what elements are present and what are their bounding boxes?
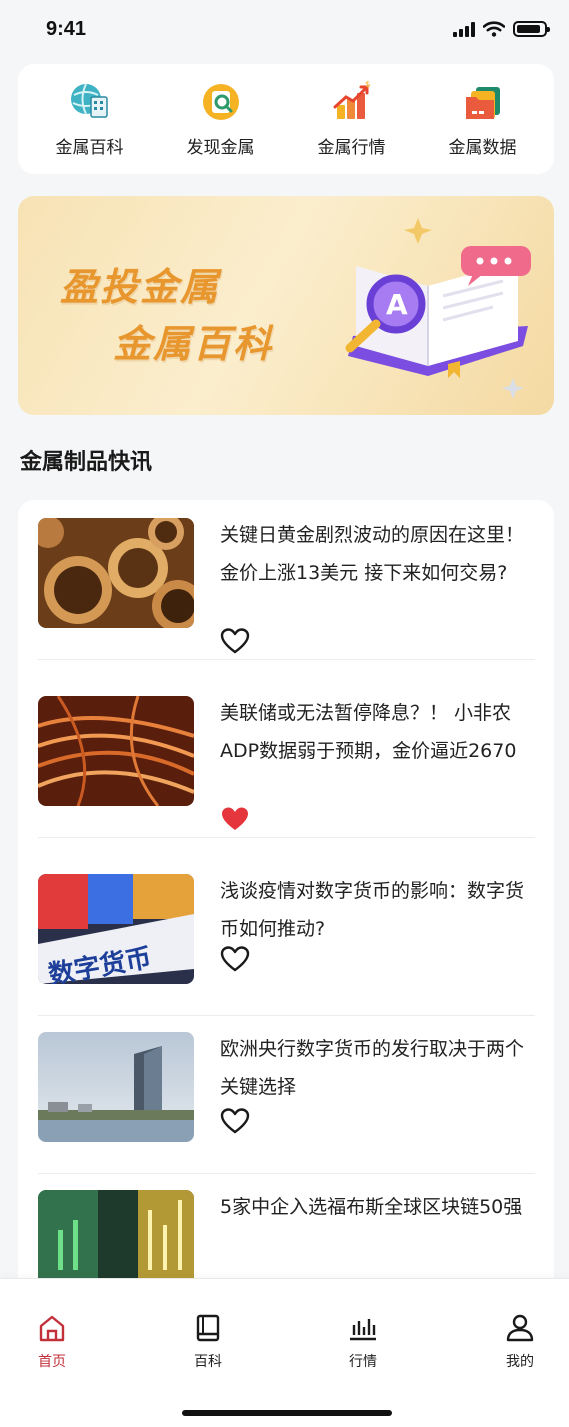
quick-nav-metal-encyclopedia[interactable]: 金属百科: [30, 81, 150, 158]
tab-home[interactable]: 首页: [12, 1313, 92, 1371]
quick-nav-label: 发现金属: [186, 137, 255, 158]
news-title: 浅谈疫情对数字货币的影响：数字货币如何推动?: [220, 880, 525, 940]
news-thumbnail-image: [38, 1032, 194, 1142]
home-indicator: [182, 1410, 392, 1416]
promo-banner[interactable]: 盈投金属 金属百科 A: [18, 196, 554, 415]
tab-label: 我的: [506, 1354, 534, 1370]
banner-subtitle: 金属百科: [113, 322, 274, 366]
user-icon: [506, 1314, 534, 1342]
news-title: 5家中企入选福布斯全球区块链50强: [220, 1196, 523, 1218]
heart-filled-icon[interactable]: [220, 805, 250, 833]
quick-nav-label: 金属百科: [55, 137, 124, 158]
folders-icon: [465, 86, 500, 119]
magnifier-coin-icon: [202, 83, 239, 120]
quick-nav-label: 金属数据: [448, 137, 517, 158]
signal-icon: [453, 21, 475, 37]
banner-title: 盈投金属: [60, 265, 221, 309]
tab-label: 行情: [349, 1354, 377, 1370]
tab-bar: 首页 百科 行情 我的: [0, 1278, 569, 1427]
tab-profile[interactable]: 我的: [480, 1313, 560, 1371]
news-thumbnail-image: [38, 696, 194, 806]
news-item[interactable]: 数字货币 浅谈疫情对数字货币的影响：数字货币如何推动?: [38, 856, 535, 1016]
tab-label: 首页: [38, 1354, 66, 1370]
status-time: 9:41: [46, 17, 87, 40]
svg-text:$: $: [365, 81, 371, 90]
news-title: 关键日黄金剧烈波动的原因在这里！金价上涨13美元 接下来如何交易?: [220, 524, 525, 584]
wifi-icon: [483, 21, 505, 37]
chart-up-icon: $: [333, 81, 371, 119]
news-thumbnail-image: [38, 518, 194, 628]
news-list: 关键日黄金剧烈波动的原因在这里！金价上涨13美元 接下来如何交易? 美联储或无法…: [18, 500, 554, 1300]
news-item[interactable]: 美联储或无法暂停降息？！ 小非农ADP数据弱于预期，金价逼近2670: [38, 678, 535, 838]
heart-outline-icon[interactable]: [220, 1107, 250, 1135]
home-icon: [39, 1315, 65, 1342]
open-book-illustration-icon: A: [345, 218, 531, 399]
battery-icon: [513, 21, 550, 37]
quick-nav-label: 金属行情: [317, 137, 386, 158]
news-item[interactable]: 关键日黄金剧烈波动的原因在这里！金价上涨13美元 接下来如何交易?: [38, 500, 535, 660]
svg-text:A: A: [386, 288, 408, 321]
quick-nav-discover-metal[interactable]: 发现金属: [161, 81, 281, 158]
quick-nav-metal-data[interactable]: 金属数据: [423, 81, 543, 158]
globe-building-icon: [70, 83, 108, 118]
bar-chart-icon: [350, 1319, 376, 1341]
news-title: 美联储或无法暂停降息？！ 小非农ADP数据弱于预期，金价逼近2670: [220, 702, 517, 762]
book-icon: [196, 1314, 220, 1342]
quick-nav-metal-market[interactable]: $ 金属行情: [292, 81, 412, 158]
status-icons: [453, 21, 550, 37]
heart-outline-icon[interactable]: [220, 945, 250, 973]
section-title: 金属制品快讯: [20, 450, 153, 475]
quick-nav: 金属百科 发现金属 $ 金属行情 金属数据: [18, 64, 554, 174]
tab-label: 百科: [194, 1354, 222, 1370]
news-thumbnail-image: 数字货币: [38, 874, 194, 984]
status-bar: 9:41: [0, 0, 569, 58]
news-item[interactable]: 欧洲央行数字货币的发行取决于两个关键选择: [38, 1014, 535, 1174]
news-title: 欧洲央行数字货币的发行取决于两个关键选择: [220, 1038, 525, 1098]
tab-market[interactable]: 行情: [323, 1313, 403, 1371]
heart-outline-icon[interactable]: [220, 627, 250, 655]
battery-level: [517, 25, 541, 33]
tab-encyclopedia[interactable]: 百科: [168, 1313, 248, 1371]
